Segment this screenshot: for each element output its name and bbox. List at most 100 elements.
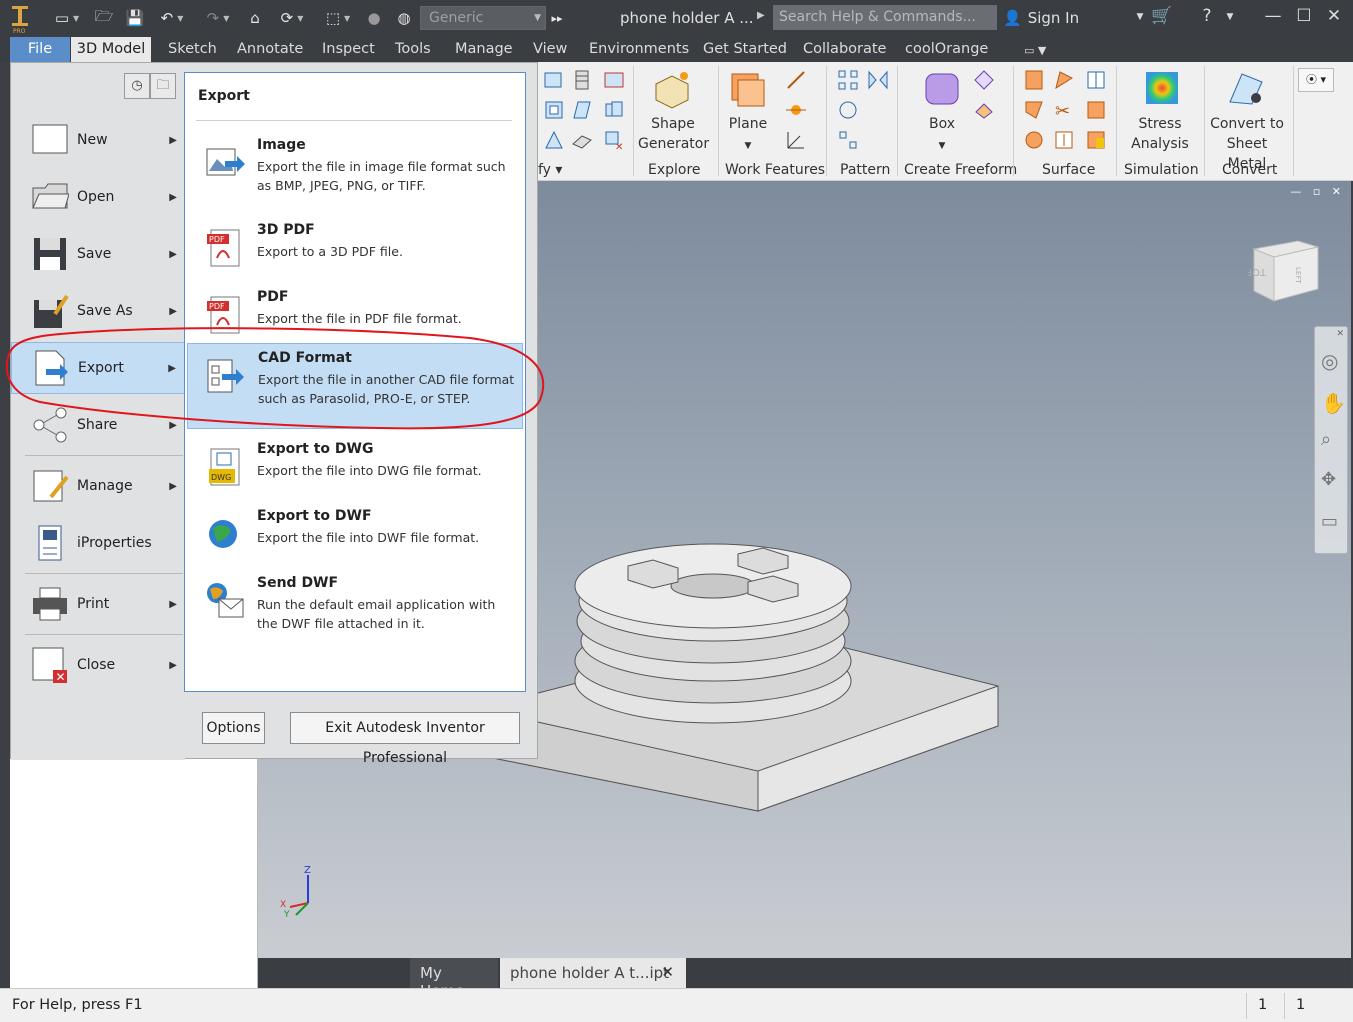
tab-tools[interactable]: Tools	[395, 37, 431, 62]
close-window-icon[interactable]: ✕	[1322, 6, 1346, 26]
rectangular-pattern-icon[interactable]	[836, 68, 860, 92]
navbar-close-icon[interactable]: ✕	[1336, 329, 1344, 339]
material-icon[interactable]: ●	[362, 8, 386, 28]
tab-get-started[interactable]: Get Started	[703, 37, 787, 62]
axis-icon[interactable]	[784, 68, 808, 92]
overflow-icon[interactable]: ▸▸	[550, 8, 564, 28]
box-icon[interactable]	[922, 68, 962, 108]
box-button[interactable]: Box ▼	[912, 114, 972, 156]
tab-environments[interactable]: Environments	[589, 37, 689, 62]
new-doc-icon[interactable]: ▭ ▼	[50, 8, 84, 28]
replace-face-icon[interactable]	[1022, 128, 1046, 152]
stress-analysis-icon[interactable]	[1142, 68, 1182, 108]
viewcube-icon[interactable]: TOP LEFT	[1248, 231, 1328, 311]
select-icon[interactable]: ⬚ ▼	[318, 8, 358, 28]
pan-icon[interactable]: ✋	[1321, 391, 1346, 415]
search-input[interactable]: Search Help & Commands...	[773, 5, 997, 30]
file-menu-manage[interactable]: Manage ▶	[11, 460, 185, 512]
tab-inspect[interactable]: Inspect	[322, 37, 375, 62]
draft-icon[interactable]	[570, 98, 594, 122]
export-cad-format-item[interactable]: CAD Format Export the file in another CA…	[187, 343, 523, 429]
patch-icon[interactable]	[1052, 68, 1076, 92]
export-pdf-item[interactable]: PDF PDF Export the file in PDF file form…	[187, 283, 523, 350]
look-at-icon[interactable]: ▭	[1321, 511, 1338, 532]
trim-icon[interactable]: ✂	[1052, 98, 1076, 122]
account-dropdown-icon[interactable]: ▼	[1128, 12, 1152, 22]
file-menu-print[interactable]: Print ▶	[11, 578, 185, 630]
tab-collaborate[interactable]: Collaborate	[803, 37, 886, 62]
extend-icon[interactable]	[1084, 98, 1108, 122]
point-icon[interactable]	[784, 98, 808, 122]
redo-icon[interactable]: ↷ ▼	[198, 8, 238, 28]
shape-generator-button[interactable]: Shape Generator	[638, 114, 709, 154]
circular-pattern-icon[interactable]	[836, 98, 860, 122]
split-icon[interactable]	[602, 68, 626, 92]
zoom-icon[interactable]: ⌕	[1321, 429, 1331, 450]
home-icon[interactable]: ⌂	[244, 8, 266, 28]
options-button[interactable]: Options	[202, 712, 265, 744]
ucs-icon[interactable]	[784, 128, 808, 152]
ribbon-options-dropdown[interactable]: ⦿ ▾	[1298, 68, 1334, 92]
export-3d-pdf-item[interactable]: PDF 3D PDF Export to a 3D PDF file.	[187, 216, 523, 283]
undo-icon[interactable]: ↶ ▼	[152, 8, 192, 28]
delete-face-icon[interactable]: ✕	[602, 128, 626, 152]
cart-icon[interactable]: 🛒	[1150, 6, 1174, 26]
update-icon[interactable]: ⟳ ▼	[272, 8, 312, 28]
tab-file[interactable]: File	[10, 37, 70, 62]
save-icon[interactable]: 💾	[124, 8, 146, 28]
file-menu-new[interactable]: New ▶	[11, 114, 185, 166]
model-browser[interactable]	[10, 758, 258, 988]
ruled-surface-icon[interactable]	[1022, 98, 1046, 122]
recent-documents-icon[interactable]: ◷	[124, 73, 150, 99]
help-icon[interactable]: ?	[1195, 6, 1219, 26]
search-expand-icon[interactable]: ▶	[757, 10, 765, 21]
fit-mesh-face-icon[interactable]	[1084, 128, 1108, 152]
plane-icon[interactable]	[728, 70, 768, 110]
open-documents-icon[interactable]: 🗀	[150, 73, 176, 99]
shape-generator-icon[interactable]	[652, 70, 692, 110]
send-dwf-item[interactable]: Send DWF Run the default email applicati…	[187, 569, 523, 636]
tab-sketch[interactable]: Sketch	[168, 37, 217, 62]
file-menu-export[interactable]: Export ▶	[11, 342, 185, 394]
help-dropdown-icon[interactable]: ▼	[1218, 12, 1242, 22]
fillet-icon[interactable]	[542, 68, 566, 92]
tab-phone-holder[interactable]: phone holder A t...ipt ✕	[500, 958, 686, 988]
maximize-icon[interactable]: ☐	[1292, 6, 1316, 26]
export-image-item[interactable]: Image Export the file in image file form…	[187, 131, 523, 198]
exit-inventor-button[interactable]: Exit Autodesk Inventor Professional	[290, 712, 520, 766]
file-menu-share[interactable]: Share ▶	[11, 399, 185, 451]
minimize-icon[interactable]: —	[1261, 6, 1285, 26]
tab-3d-model[interactable]: 3D Model	[71, 37, 151, 62]
tab-my-home[interactable]: My Home	[410, 958, 498, 1000]
navigation-bar[interactable]: ✕ ◎ ✋ ⌕ ✥ ▭	[1314, 326, 1348, 554]
stitch-icon[interactable]	[1022, 68, 1046, 92]
tab-annotate[interactable]: Annotate	[237, 37, 303, 62]
freeform-edit-icon[interactable]	[972, 68, 996, 92]
plane-button[interactable]: Plane ▼	[718, 114, 778, 156]
tab-view[interactable]: View	[533, 37, 567, 62]
tab-manage[interactable]: Manage	[455, 37, 513, 62]
thicken-icon[interactable]	[570, 128, 594, 152]
export-dwg-item[interactable]: DWG Export to DWG Export the file into D…	[187, 435, 523, 502]
appearance-select[interactable]: Generic ▼	[420, 6, 546, 30]
freeform-face-icon[interactable]	[972, 98, 996, 122]
shell-icon[interactable]	[542, 98, 566, 122]
open-icon[interactable]: 🗁	[92, 7, 116, 28]
file-menu-iproperties[interactable]: iProperties	[11, 517, 185, 569]
tab-coolorange[interactable]: coolOrange	[905, 37, 988, 62]
modify-group-label[interactable]: fy ▾	[538, 162, 562, 178]
file-menu-save[interactable]: Save ▶	[11, 228, 185, 280]
orbit-icon[interactable]: ✥	[1321, 469, 1336, 490]
mirror-icon[interactable]	[866, 68, 890, 92]
sketch-pattern-icon[interactable]	[836, 128, 860, 152]
rib-icon[interactable]	[542, 128, 566, 152]
steering-wheel-icon[interactable]: ◎	[1321, 349, 1338, 373]
3d-model[interactable]	[458, 536, 1018, 816]
viewport-window-controls[interactable]: — ▫ ✕	[1290, 185, 1345, 198]
appearance-icon[interactable]: ◍	[392, 8, 416, 28]
combine-icon[interactable]	[602, 98, 626, 122]
convert-sheet-metal-icon[interactable]	[1226, 68, 1266, 108]
sign-in-button[interactable]: 👤 Sign In	[1003, 9, 1079, 27]
sculpt-icon[interactable]	[1084, 68, 1108, 92]
stress-analysis-button[interactable]: Stress Analysis	[1124, 114, 1196, 154]
